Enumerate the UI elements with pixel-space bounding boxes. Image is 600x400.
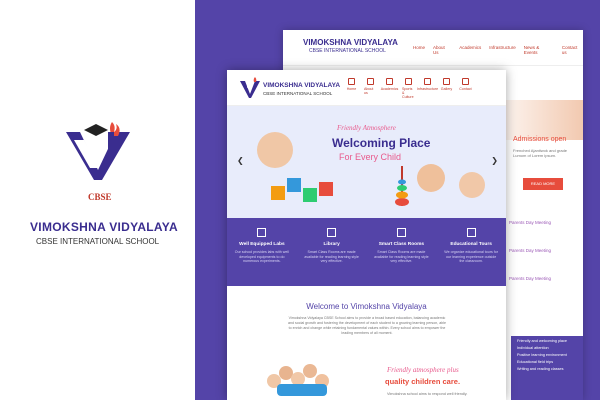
nav-about[interactable]: About us xyxy=(364,78,377,99)
feature-title: Smart Class Rooms xyxy=(378,242,425,247)
toy-blocks-image xyxy=(271,178,341,204)
slider-prev-icon[interactable]: ❮ xyxy=(237,156,244,165)
feature-title: Well Equipped Labs xyxy=(239,242,285,247)
friendly-text: Vimokshna school aims to respond well fr… xyxy=(387,392,468,396)
nav-infrastructure[interactable]: Infrastructure xyxy=(417,78,438,99)
features-list-item: Educational field trips xyxy=(517,360,554,364)
school-subtitle: CBSE INTERNATIONAL SCHOOL xyxy=(36,237,160,246)
nav-home[interactable]: Home xyxy=(345,78,358,99)
hero-kicker: Friendly Atmosphere xyxy=(337,124,396,132)
flask-icon xyxy=(257,228,267,237)
nav-contact[interactable]: Contact xyxy=(459,78,472,99)
feature-desc: Our school provides labs with well devel… xyxy=(234,250,289,264)
back-nav-academics[interactable]: Academics xyxy=(459,45,481,55)
welcome-heading: Welcome to Vimokshna Vidyalaya xyxy=(306,302,427,311)
nav-label: Contact xyxy=(459,87,472,91)
front-nav: Home About us Academics Sports & Culture… xyxy=(345,78,472,99)
feature-tours: Educational Tours We organize educationa… xyxy=(436,218,506,286)
trophy-icon xyxy=(405,78,412,85)
front-title: VIMOKSHNA VIDYALAYA xyxy=(263,82,341,89)
back-nav-news[interactable]: News & Events xyxy=(524,45,554,55)
back-nav-home[interactable]: Home xyxy=(413,45,425,55)
children-group-photo xyxy=(267,360,337,400)
building-icon xyxy=(424,78,431,85)
phone-icon xyxy=(462,78,469,85)
news-item[interactable]: Parents Day Meeting xyxy=(509,276,551,281)
school-logo-icon xyxy=(66,122,130,180)
feature-title: Educational Tours xyxy=(450,242,492,247)
friendly-line1: Friendly atmosphere plus xyxy=(387,366,459,374)
welcome-text: Vimokshna Vidyalaya CBSE School aims to … xyxy=(287,316,447,335)
brand-panel: CBSE VIMOKSHNA VIDYALAYA CBSE INTERNATIO… xyxy=(0,0,195,400)
info-icon xyxy=(367,78,374,85)
home-icon xyxy=(348,78,355,85)
school-name: VIMOKSHNA VIDYALAYA xyxy=(30,220,178,234)
feature-labs: Well Equipped Labs Our school provides l… xyxy=(227,218,297,286)
nav-academics[interactable]: Academics xyxy=(380,78,399,99)
nav-label: About us xyxy=(364,87,374,95)
cbse-badge: CBSE xyxy=(88,192,112,202)
feature-smart-class: Smart Class Rooms Smart Class Rooms are … xyxy=(367,218,437,286)
front-header: VIMOKSHNA VIDYALAYA CBSE INTERNATIONAL S… xyxy=(227,70,506,106)
slider-next-icon[interactable]: ❯ xyxy=(491,156,498,165)
front-page-mockup: VIMOKSHNA VIDYALAYA CBSE INTERNATIONAL S… xyxy=(227,70,506,400)
back-nav: Home About Us Academics Infrastructure N… xyxy=(413,45,583,55)
back-subtitle: CBSE INTERNATIONAL SCHOOL xyxy=(309,48,386,54)
front-logo-icon xyxy=(240,77,260,98)
features-list: Friendly and welcoming place Individual … xyxy=(511,336,583,400)
features-list-item: Positive learning environment xyxy=(517,353,567,357)
nav-label: Academics xyxy=(380,87,399,91)
child-photo xyxy=(257,132,293,168)
hero-tagline: For Every Child xyxy=(339,152,402,162)
features-bar: Well Equipped Labs Our school provides l… xyxy=(227,218,506,286)
book-icon xyxy=(327,228,337,237)
feature-title: Library xyxy=(323,242,340,247)
admission-text: Frenched Ajantiwok and grade Lumom of Lo… xyxy=(513,148,568,158)
back-nav-contact[interactable]: Contact us xyxy=(562,45,583,55)
hero-slider: ❮ ❯ Friendly Atmosphere Welcoming Place … xyxy=(227,106,506,218)
book-icon xyxy=(386,78,393,85)
front-subtitle: CBSE INTERNATIONAL SCHOOL xyxy=(263,91,333,96)
friendly-line2: quality children care. xyxy=(385,377,461,386)
features-list-item: Friendly and welcoming place xyxy=(517,339,568,343)
back-nav-about[interactable]: About Us xyxy=(433,45,451,55)
nav-label: Gallery xyxy=(440,87,453,91)
features-list-item: Individual attention xyxy=(517,346,549,350)
monitor-icon xyxy=(396,228,406,237)
back-nav-infrastructure[interactable]: Infrastructure xyxy=(489,45,516,55)
read-more-button[interactable]: READ MORE xyxy=(523,178,563,190)
image-icon xyxy=(443,78,450,85)
showcase-panel: VIMOKSHNA VIDYALAYA CBSE INTERNATIONAL S… xyxy=(195,0,600,400)
back-header: VIMOKSHNA VIDYALAYA CBSE INTERNATIONAL S… xyxy=(283,30,583,66)
news-item[interactable]: Parents Day Meeting xyxy=(509,248,551,253)
feature-library: Library Smart Class Rooms are made avail… xyxy=(297,218,367,286)
admission-heading: Admissions open xyxy=(513,136,567,143)
nav-label: Sports & Culture xyxy=(402,87,414,99)
child-photo xyxy=(417,164,445,192)
nav-label: Infrastructure xyxy=(416,87,439,91)
ring-stack-image xyxy=(395,166,409,206)
child-photo xyxy=(459,172,485,198)
hero-headline: Welcoming Place xyxy=(332,136,431,150)
back-title: VIMOKSHNA VIDYALAYA xyxy=(303,38,398,47)
features-list-item: Writing and reading classes xyxy=(517,367,564,371)
nav-gallery[interactable]: Gallery xyxy=(440,78,453,99)
bus-icon xyxy=(466,228,476,237)
feature-desc: Smart Class Rooms are made available for… xyxy=(374,250,429,264)
feature-desc: Smart Class Rooms are made available for… xyxy=(304,250,359,264)
nav-label: Home xyxy=(346,87,357,91)
news-item[interactable]: Parents Day Meeting xyxy=(509,220,551,225)
feature-desc: We organize educational tours for our le… xyxy=(444,250,498,264)
nav-sports[interactable]: Sports & Culture xyxy=(402,78,415,99)
